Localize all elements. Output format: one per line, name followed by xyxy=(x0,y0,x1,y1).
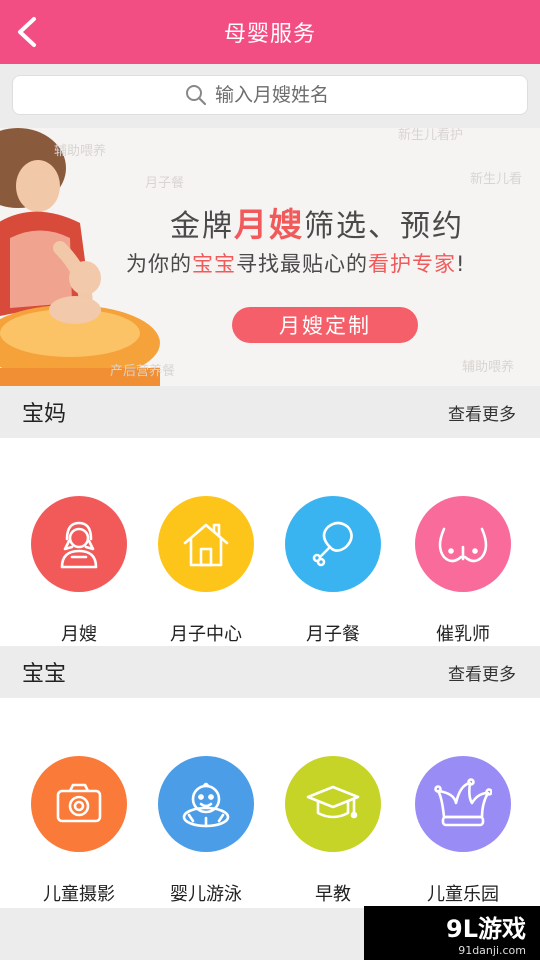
banner-headline: 金牌月嫂筛选、预约 xyxy=(170,205,464,244)
service-label: 月子中心 xyxy=(170,624,242,645)
service-label: 催乳师 xyxy=(436,624,490,645)
page-title: 母婴服务 xyxy=(223,22,316,47)
service-label: 月子餐 xyxy=(306,624,360,645)
house-icon xyxy=(158,496,254,592)
watermark-url: 91danji.com xyxy=(458,944,526,957)
search-icon xyxy=(186,85,207,106)
baby-services-grid: 儿童摄影 婴儿游泳 早教 儿童乐园 xyxy=(0,698,540,906)
view-more-link[interactable]: 查看更多 xyxy=(448,400,516,425)
top-bar: 母婴服务 xyxy=(0,0,540,64)
section-title: 宝妈 xyxy=(22,402,67,427)
back-button[interactable] xyxy=(8,12,48,52)
nanny-icon xyxy=(31,496,127,592)
search-bar xyxy=(0,64,540,128)
drumstick-icon xyxy=(285,496,381,592)
watermark-text: 月子餐 xyxy=(145,176,185,191)
view-more-link[interactable]: 查看更多 xyxy=(448,660,516,685)
service-baby-swim[interactable]: 婴儿游泳 xyxy=(141,756,271,906)
chevron-left-icon xyxy=(18,17,36,47)
watermark-text: 新生儿看护 xyxy=(398,128,464,143)
site-watermark: 9L游戏 91danji.com xyxy=(364,906,540,960)
service-confinement-center[interactable]: 月子中心 xyxy=(141,496,271,646)
watermark-text: 新生儿看 xyxy=(470,172,523,187)
jester-hat-icon xyxy=(415,756,511,852)
baby-swim-icon xyxy=(158,756,254,852)
section-header-baby: 宝宝 查看更多 xyxy=(0,646,540,698)
search-box[interactable] xyxy=(12,75,528,115)
watermark-text: 辅助喂养 xyxy=(54,144,107,159)
camera-icon xyxy=(31,756,127,852)
mom-services-grid: 月嫂 月子中心 月子餐 催乳师 xyxy=(0,438,540,646)
service-playground[interactable]: 儿童乐园 xyxy=(398,756,528,906)
custom-nanny-button[interactable]: 月嫂定制 xyxy=(232,307,418,343)
watermark-text: 辅助喂养 xyxy=(462,360,515,375)
service-label: 婴儿游泳 xyxy=(170,884,242,905)
graduation-cap-icon xyxy=(285,756,381,852)
banner-subtitle: 为你的宝宝寻找最贴心的看护专家! xyxy=(126,252,466,276)
breast-icon xyxy=(415,496,511,592)
watermark-text: 产后营养餐 xyxy=(110,364,176,379)
service-nanny[interactable]: 月嫂 xyxy=(14,496,144,646)
section-title: 宝宝 xyxy=(22,662,67,687)
watermark-brand: 9L游戏 xyxy=(446,915,526,943)
service-label: 儿童摄影 xyxy=(43,884,115,905)
service-label: 早教 xyxy=(315,884,351,905)
section-header-mom: 宝妈 查看更多 xyxy=(0,386,540,438)
search-input[interactable] xyxy=(215,84,355,106)
service-label: 月嫂 xyxy=(61,624,97,645)
service-confinement-meal[interactable]: 月子餐 xyxy=(268,496,398,646)
service-label: 儿童乐园 xyxy=(427,884,499,905)
service-early-education[interactable]: 早教 xyxy=(268,756,398,906)
service-kids-photo[interactable]: 儿童摄影 xyxy=(14,756,144,906)
service-lactation[interactable]: 催乳师 xyxy=(398,496,528,646)
